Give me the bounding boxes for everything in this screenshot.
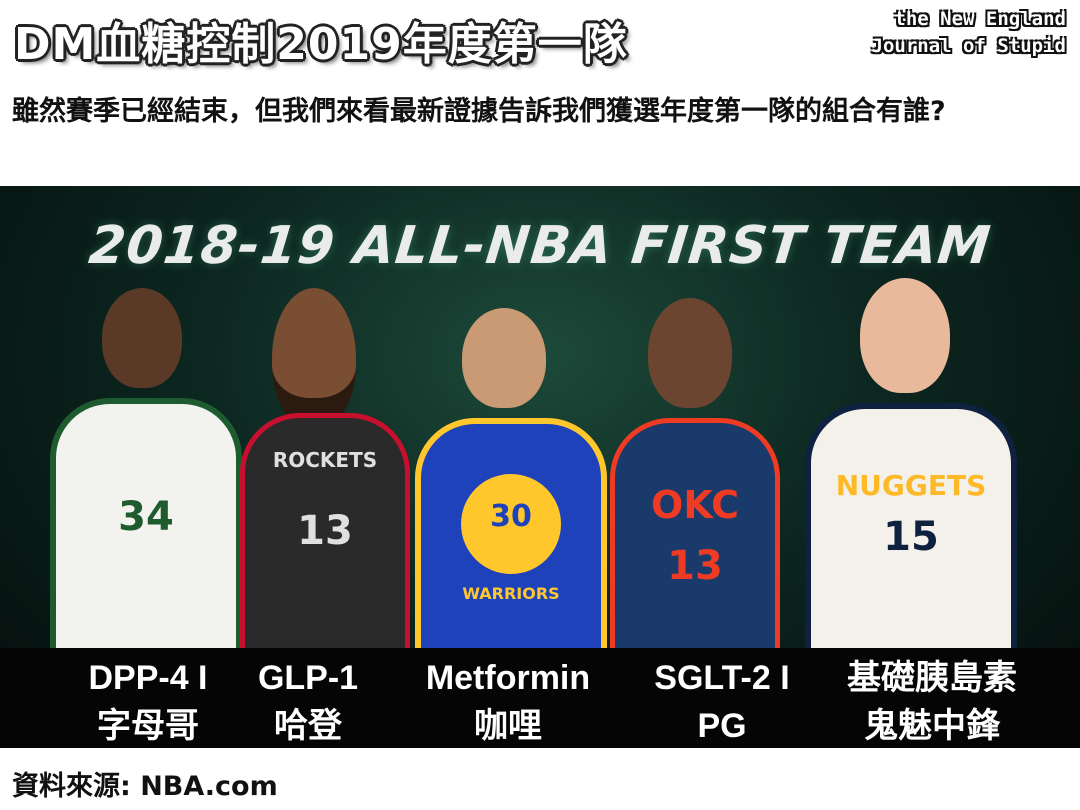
player-jersey: NUGGETS 15 xyxy=(805,403,1017,660)
player-head xyxy=(462,308,546,408)
journal-logo: the New England Journal of Stupid xyxy=(872,6,1066,60)
player-figure-2: ROCKETS 13 xyxy=(230,288,410,658)
page-title: DM血糖控制2019年度第一隊 xyxy=(14,19,628,70)
player-figure-1: 34 xyxy=(30,288,242,660)
jersey-team: OKC xyxy=(651,483,739,527)
player-figure-3: 30 WARRIORS xyxy=(400,308,610,660)
player-nickname: PG xyxy=(697,707,747,745)
drug-label: GLP-1 xyxy=(257,659,359,697)
player-figure-5: NUGGETS 15 xyxy=(790,278,1020,660)
jersey-team: WARRIORS xyxy=(462,584,560,603)
player-caption-2: GLP-1 哈登 xyxy=(198,654,418,748)
jersey-number: 13 xyxy=(297,508,353,554)
drug-label: SGLT-2 I xyxy=(654,659,790,697)
player-nickname: 鬼魅中鋒 xyxy=(864,707,1000,745)
player-nickname: 哈登 xyxy=(274,707,342,745)
player-caption-5: 基礎胰島素 鬼魅中鋒 xyxy=(822,654,1042,748)
jersey-number: 30 xyxy=(490,499,532,534)
jersey-number: 13 xyxy=(667,543,723,589)
logo-line-1: the New England xyxy=(894,8,1066,30)
photo-banner: 2018-19 ALL-NBA FIRST TEAM xyxy=(86,216,994,276)
source-citation: 資料來源: NBA.com xyxy=(12,771,278,802)
jersey-team: NUGGETS xyxy=(835,469,987,502)
jersey-team: ROCKETS xyxy=(272,448,378,472)
drug-label: Metformin xyxy=(425,659,591,697)
jersey-number: 34 xyxy=(118,494,174,540)
drug-label: 基礎胰島素 xyxy=(847,659,1017,697)
team-photo: 2018-19 ALL-NBA FIRST TEAM 34 ROCKETS 13… xyxy=(0,186,1080,748)
player-head xyxy=(102,288,182,388)
player-jersey: 30 WARRIORS xyxy=(415,418,607,660)
player-head xyxy=(860,278,950,393)
player-caption-3: Metformin 咖哩 xyxy=(398,654,618,748)
player-jersey: OKC 13 xyxy=(610,418,780,658)
player-nickname: 咖哩 xyxy=(474,707,542,745)
player-jersey: 34 xyxy=(50,398,242,660)
player-head xyxy=(648,298,732,408)
player-head xyxy=(272,288,356,428)
player-jersey: ROCKETS 13 xyxy=(240,413,410,658)
logo-line-2: Journal of Stupid xyxy=(871,35,1066,57)
subtitle: 雖然賽季已經結束，但我們來看最新證據告訴我們獲選年度第一隊的組合有誰? xyxy=(12,96,946,127)
player-figure-4: OKC 13 xyxy=(600,298,780,658)
jersey-number: 15 xyxy=(883,514,939,560)
player-caption-4: SGLT-2 I PG xyxy=(612,654,832,748)
